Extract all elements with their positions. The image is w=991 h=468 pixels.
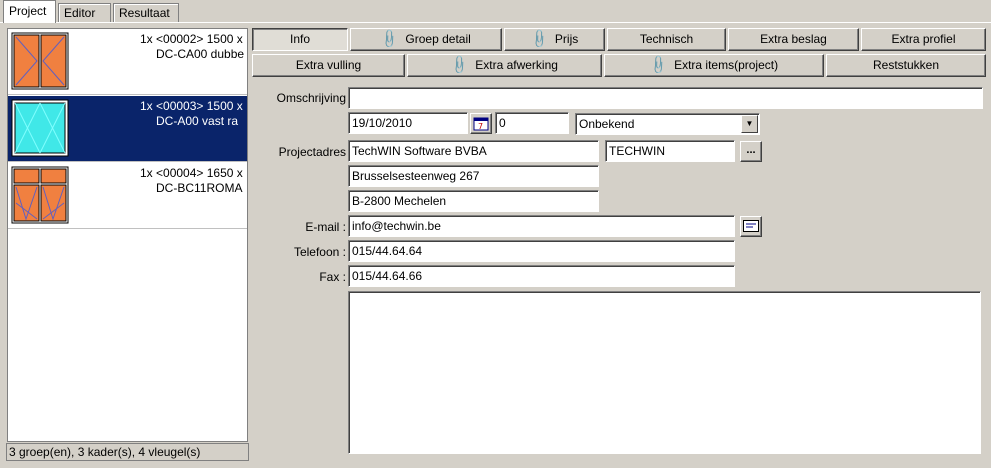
group-description: DC-A00 vast ra [156,114,239,128]
reststukken-button[interactable]: Reststukken [826,54,986,77]
company-field[interactable]: TechWIN Software BVBA [348,140,599,162]
status-select-value: Onbekend [579,117,635,131]
paperclip-icon: 📎 [647,53,670,76]
omschrijving-input[interactable] [348,87,983,109]
prijs-label: Prijs [554,32,579,46]
extra-profiel-button[interactable]: Extra profiel [861,28,986,51]
street-field[interactable]: Brusselsesteenweg 267 [348,165,599,187]
notes-textarea[interactable] [348,291,981,454]
extra-items-label: Extra items(project) [674,58,779,72]
top-tab-bar: Project Editor Resultaat [0,0,991,23]
omschrijving-label: Omschrijving [276,91,346,105]
send-mail-icon[interactable] [740,216,762,237]
extra-afwerking-label: Extra afwerking [475,58,558,72]
paperclip-icon: 📎 [448,53,471,76]
technisch-button[interactable]: Technisch [607,28,726,51]
group-description: DC-BC11ROMA [156,181,243,195]
tab-divider [0,22,991,23]
number-field[interactable]: 0 [495,112,569,134]
extra-beslag-label: Extra beslag [760,32,827,46]
date-field[interactable]: 19/10/2010 [348,112,468,134]
group-list-item[interactable]: 1x <00002> 1500 x DC-CA00 dubbe [8,29,247,95]
group-title: 1x <00002> 1500 x [140,32,243,46]
paperclip-icon: 📎 [378,27,401,50]
double-window-thumbnail [11,32,69,90]
fax-label: Fax : [319,270,346,284]
group-list-item-selected[interactable]: 1x <00003> 1500 x DC-A00 vast ra [8,96,247,162]
group-title: 1x <00004> 1650 x [140,166,243,180]
group-description: DC-CA00 dubbe [156,47,245,61]
group-list-item[interactable]: 1x <00004> 1650 x DC-BC11ROMA [8,163,247,229]
tab-editor[interactable]: Editor [58,3,111,22]
tab-project[interactable]: Project [3,0,56,23]
groep-detail-label: Groep detail [405,32,471,46]
status-select[interactable]: Onbekend ▼ [575,113,760,135]
fax-field[interactable]: 015/44.64.66 [348,265,735,287]
lookup-button[interactable]: ... [740,141,762,162]
group-list[interactable]: 1x <00002> 1500 x DC-CA00 dubbe 1x <0000… [7,28,248,442]
city-field[interactable]: B-2800 Mechelen [348,190,599,212]
extra-profiel-label: Extra profiel [891,32,956,46]
reststukken-label: Reststukken [872,58,940,72]
info-button-label: Info [289,32,310,46]
info-button[interactable]: Info [252,28,348,51]
tab-resultaat[interactable]: Resultaat [113,3,179,22]
projectadres-label: Projectadres [254,145,346,159]
paperclip-icon: 📎 [528,27,551,50]
extra-items-project-button[interactable]: 📎 Extra items(project) [604,54,824,77]
group-title: 1x <00003> 1500 x [140,99,243,113]
company-code-field[interactable]: TECHWIN [605,140,735,162]
extra-beslag-button[interactable]: Extra beslag [728,28,859,51]
fixed-window-thumbnail [11,99,69,157]
telefoon-field[interactable]: 015/44.64.64 [348,240,735,262]
groep-detail-button[interactable]: 📎 Groep detail [350,28,502,51]
calendar-icon[interactable]: 7 [470,113,492,134]
telefoon-label: Telefoon : [293,245,346,259]
chevron-down-icon[interactable]: ▼ [741,115,758,133]
email-field[interactable]: info@techwin.be [348,215,735,237]
extra-vulling-label: Extra vulling [295,58,362,72]
door-window-thumbnail [11,166,69,224]
technisch-label: Technisch [639,32,694,46]
svg-text:7: 7 [478,122,483,131]
prijs-button[interactable]: 📎 Prijs [504,28,605,51]
email-label: E-mail : [305,220,346,234]
projectadres-label-text: Projectadres [278,145,346,159]
status-bar: 3 groep(en), 3 kader(s), 4 vleugel(s) [6,443,249,461]
extra-vulling-button[interactable]: Extra vulling [252,54,405,77]
extra-afwerking-button[interactable]: 📎 Extra afwerking [407,54,602,77]
